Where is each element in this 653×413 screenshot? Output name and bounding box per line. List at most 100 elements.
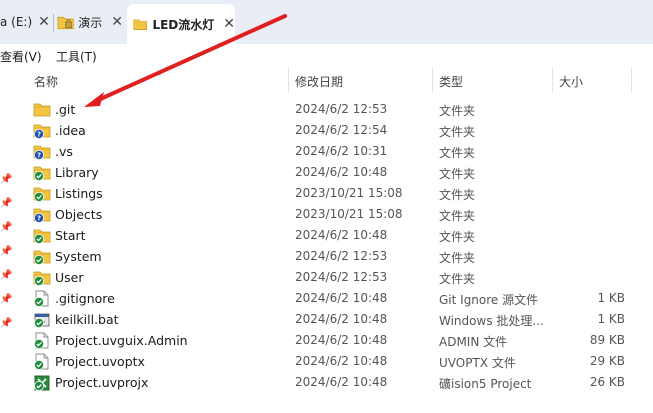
column-size[interactable]: 大小: [559, 73, 583, 90]
svg-text:?: ?: [37, 215, 41, 223]
column-divider[interactable]: [631, 68, 632, 92]
tab-demo[interactable]: 演示 ✕: [57, 5, 123, 39]
column-header: ︿ 名称 修改日期 类型 大小: [0, 67, 653, 92]
column-divider[interactable]: [552, 68, 553, 92]
file-name: Listings: [55, 186, 103, 201]
file-row[interactable]: ? .vs 2024/6/2 10:31 文件夹: [0, 141, 653, 162]
file-type: 文件夹: [439, 209, 476, 223]
file-name: .vs: [55, 144, 73, 159]
file-row[interactable]: .gitignore 2024/6/2 10:48 Git Ignore 源文件 1 …: [0, 288, 653, 309]
tab-label: LED流水灯: [152, 17, 215, 32]
file-date-modified: 2024/6/2 10:48: [295, 333, 388, 347]
file-row[interactable]: Start 2024/6/2 10:48 文件夹: [0, 225, 653, 246]
file-name: System: [55, 249, 102, 264]
file-type: 礦ision5 Project: [439, 377, 532, 391]
file-type: 文件夹: [439, 188, 476, 202]
file-type: ADMIN 文件: [439, 335, 508, 349]
file-date-modified: 2024/6/2 10:48: [295, 375, 388, 389]
file-date-modified: 2024/6/2 10:48: [295, 165, 388, 179]
file-type: UVOPTX 文件: [439, 356, 516, 370]
menu-tools[interactable]: 工具(T): [56, 48, 97, 65]
file-date-modified: 2024/6/2 10:48: [295, 354, 388, 368]
file-name: Project.uvoptx: [55, 354, 145, 369]
file-date-modified: 2024/6/2 10:31: [295, 144, 388, 158]
folder-icon: [133, 19, 147, 30]
folder-icon: [33, 229, 51, 244]
column-date[interactable]: 修改日期: [295, 73, 343, 90]
file-icon: [34, 290, 49, 307]
close-icon[interactable]: ✕: [38, 14, 50, 30]
file-type: Windows 批处理...: [439, 314, 544, 328]
tab-led-flowing-light[interactable]: LED流水灯 ✕: [127, 4, 235, 44]
file-row[interactable]: ? Objects 2023/10/21 15:08 文件夹: [0, 204, 653, 225]
file-date-modified: 2024/6/2 10:48: [295, 312, 388, 326]
file-date-modified: 2024/6/2 10:48: [295, 228, 388, 242]
file-row[interactable]: User 2024/6/2 12:53 文件夹: [0, 267, 653, 288]
menu-view[interactable]: 查看(V): [0, 48, 42, 65]
file-type: 文件夹: [439, 230, 476, 244]
file-type: 文件夹: [439, 251, 476, 265]
column-type[interactable]: 类型: [439, 73, 463, 90]
file-size: 29 KB: [589, 354, 625, 368]
svg-text:?: ?: [37, 152, 41, 160]
file-size: 26 KB: [589, 375, 625, 389]
column-divider[interactable]: [288, 68, 289, 92]
file-name: Objects: [55, 207, 103, 222]
tab-label: a (E:): [0, 15, 33, 29]
sort-chevron-icon: ︿: [151, 67, 161, 78]
close-icon[interactable]: ✕: [111, 14, 123, 30]
file-name: keilkill.bat: [55, 312, 119, 327]
column-name[interactable]: 名称: [34, 73, 58, 90]
file-name: .gitignore: [55, 291, 115, 306]
folder-icon: [33, 271, 51, 286]
file-name: .git: [55, 102, 76, 117]
file-row[interactable]: Listings 2023/10/21 15:08 文件夹: [0, 183, 653, 204]
tab-bar: a (E:) ✕ 演示 ✕ LED流水灯 ✕: [0, 0, 653, 44]
tab-label: 演示: [78, 15, 103, 30]
file-type: 文件夹: [439, 167, 476, 181]
file-type: 文件夹: [439, 125, 476, 139]
file-row[interactable]: keilkill.bat 2024/6/2 10:48 Windows 批处理...…: [0, 309, 653, 330]
column-divider[interactable]: [432, 68, 433, 92]
folder-icon: [33, 166, 51, 181]
svg-text:?: ?: [37, 131, 41, 139]
file-date-modified: 2024/6/2 10:48: [295, 291, 388, 305]
tab-drive-e[interactable]: a (E:) ✕: [0, 5, 52, 39]
file-icon: [34, 353, 49, 370]
file-row[interactable]: Project.uvprojx 2024/6/2 10:48 礦ision5 Pro…: [0, 372, 653, 393]
file-date-modified: 2023/10/21 15:08: [295, 186, 403, 200]
file-date-modified: 2024/6/2 12:53: [295, 102, 388, 116]
folder-icon: ?: [33, 208, 51, 223]
file-row[interactable]: .git 2024/6/2 12:53 文件夹: [0, 99, 653, 120]
file-date-modified: 2024/6/2 12:54: [295, 123, 388, 137]
folder-icon: ?: [33, 145, 51, 160]
file-size: 1 KB: [597, 291, 625, 305]
file-name: Project.uvguix.Admin: [55, 333, 188, 348]
file-date-modified: 2023/10/21 15:08: [295, 207, 403, 221]
file-type: 文件夹: [439, 104, 476, 118]
folder-icon: ?: [33, 124, 51, 139]
file-icon: [34, 332, 49, 349]
keil-project-icon: [34, 375, 50, 391]
file-date-modified: 2024/6/2 12:53: [295, 270, 388, 284]
file-size: 1 KB: [597, 312, 625, 326]
file-row[interactable]: Project.uvguix.Admin 2024/6/2 10:48 ADMIN …: [0, 330, 653, 351]
file-type: 文件夹: [439, 272, 476, 286]
file-date-modified: 2024/6/2 12:53: [295, 249, 388, 263]
file-row[interactable]: ? .idea 2024/6/2 12:54 文件夹: [0, 120, 653, 141]
file-row[interactable]: System 2024/6/2 12:53 文件夹: [0, 246, 653, 267]
file-type: Git Ignore 源文件: [439, 293, 539, 307]
file-name: Project.uvprojx: [55, 375, 149, 390]
file-row[interactable]: Project.uvoptx 2024/6/2 10:48 UVOPTX 文件 29 …: [0, 351, 653, 372]
menu-bar: 查看(V) 工具(T): [0, 44, 653, 68]
folder-lock-icon: [57, 16, 74, 30]
file-type: 文件夹: [439, 146, 476, 160]
file-name: .idea: [55, 123, 86, 138]
file-size: 89 KB: [589, 333, 625, 347]
folder-icon: [33, 250, 51, 265]
close-icon[interactable]: ✕: [223, 16, 235, 32]
file-name: User: [55, 270, 84, 285]
file-row[interactable]: Library 2024/6/2 10:48 文件夹: [0, 162, 653, 183]
folder-icon: [33, 103, 51, 117]
file-name: Start: [55, 228, 86, 243]
